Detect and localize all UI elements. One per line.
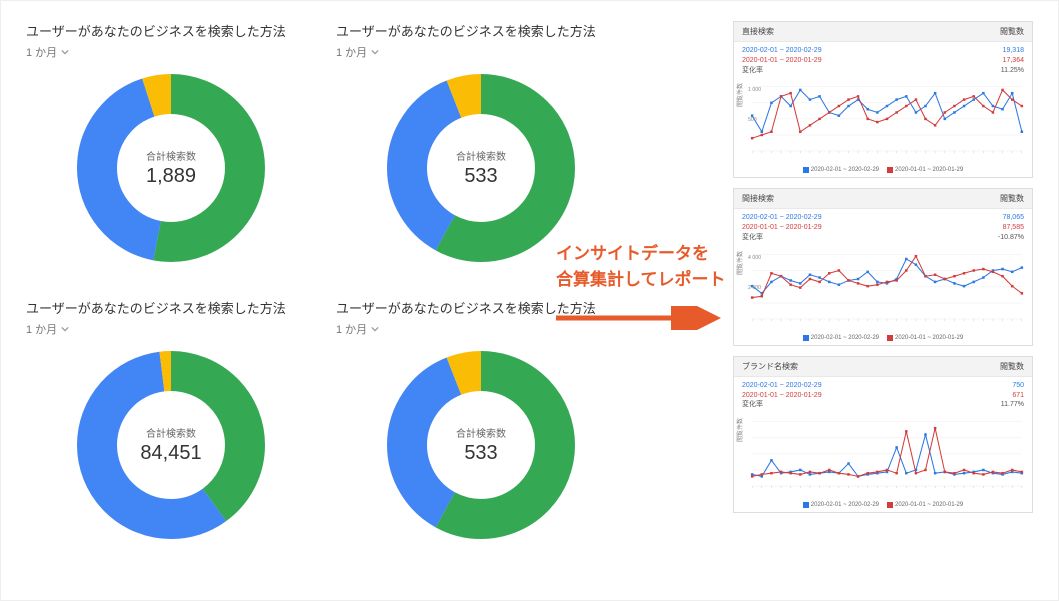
legend: 2020-02-01 ~ 2020-02-29 2020-01-01 ~ 202… [734, 335, 1032, 345]
card-title: ユーザーがあなたのビジネスを検索した方法 [336, 21, 626, 40]
meta-value: 78,065 [1003, 213, 1024, 223]
svg-text:2 000: 2 000 [748, 285, 761, 291]
y-axis-label: 閲覧件数 [735, 418, 744, 442]
meta-label: 2020-02-01 ~ 2020-02-29 [742, 46, 822, 56]
center-value: 533 [464, 442, 497, 465]
line-panel: 間接検索 閲覧数 2020-02-01 ~ 2020-02-29 78,065 202… [733, 188, 1033, 345]
svg-text:500: 500 [748, 117, 757, 123]
chevron-down-icon [371, 325, 379, 333]
meta-value: 87,585 [1003, 223, 1024, 233]
period-selector[interactable]: 1 か月 [336, 44, 626, 60]
meta-value: 671 [1012, 391, 1024, 401]
meta-label: 変化率 [742, 66, 763, 76]
chevron-down-icon [371, 48, 379, 56]
legend: 2020-02-01 ~ 2020-02-29 2020-01-01 ~ 202… [734, 502, 1032, 512]
donut-card: ユーザーがあなたのビジネスを検索した方法 1 か月 合計検索数 533 [336, 298, 626, 545]
y-axis-label: 閲覧件数 [735, 83, 744, 107]
meta-label: 2020-01-01 ~ 2020-01-29 [742, 223, 822, 233]
meta-label: 変化率 [742, 233, 763, 243]
center-label: 合計検索数 [456, 148, 506, 163]
line-chart [748, 414, 1026, 500]
donut-card: ユーザーがあなたのビジネスを検索した方法 1 か月 合計検索数 1,889 [26, 21, 316, 268]
line-panel: ブランド名検索 閲覧数 2020-02-01 ~ 2020-02-29 750 202… [733, 356, 1033, 513]
panel-metric: 閲覧数 [1000, 193, 1024, 204]
period-selector[interactable]: 1 か月 [26, 321, 316, 337]
panel-title: 間接検索 [742, 193, 774, 204]
center-label: 合計検索数 [456, 425, 506, 440]
center-value: 1,889 [146, 165, 196, 188]
line-panel: 直接検索 閲覧数 2020-02-01 ~ 2020-02-29 19,318 202… [733, 21, 1033, 178]
card-title: ユーザーがあなたのビジネスを検索した方法 [26, 298, 316, 317]
meta-value: 750 [1012, 381, 1024, 391]
meta-value: 19,318 [1003, 46, 1024, 56]
meta-label: 2020-01-01 ~ 2020-01-29 [742, 391, 822, 401]
donut-card: ユーザーがあなたのビジネスを検索した方法 1 か月 合計検索数 533 [336, 21, 626, 268]
meta-value: 11.77% [1001, 400, 1024, 410]
panel-metric: 閲覧数 [1000, 361, 1024, 372]
y-axis-label: 閲覧件数 [735, 251, 744, 275]
card-title: ユーザーがあなたのビジネスを検索した方法 [26, 21, 316, 40]
legend: 2020-02-01 ~ 2020-02-29 2020-01-01 ~ 202… [734, 167, 1032, 177]
svg-text:1 000: 1 000 [748, 87, 761, 93]
line-chart: 1 000 500 [748, 79, 1026, 165]
line-chart: 4 000 2 000 [748, 247, 1026, 333]
center-value: 84,451 [140, 442, 201, 465]
panel-title: ブランド名検索 [742, 361, 798, 372]
meta-label: 2020-02-01 ~ 2020-02-29 [742, 213, 822, 223]
meta-value: -10.87% [998, 233, 1024, 243]
donut-card: ユーザーがあなたのビジネスを検索した方法 1 か月 合計検索数 84,451 [26, 298, 316, 545]
meta-label: 2020-02-01 ~ 2020-02-29 [742, 381, 822, 391]
svg-text:4 000: 4 000 [748, 255, 761, 261]
meta-label: 変化率 [742, 400, 763, 410]
panel-metric: 閲覧数 [1000, 26, 1024, 37]
meta-label: 2020-01-01 ~ 2020-01-29 [742, 56, 822, 66]
meta-value: 11.25% [1001, 66, 1024, 76]
callout: インサイトデータを 合算集計してレポート [556, 241, 726, 292]
callout-line1: インサイトデータを [556, 241, 726, 267]
center-label: 合計検索数 [146, 148, 196, 163]
meta-value: 17,364 [1003, 56, 1024, 66]
center-label: 合計検索数 [146, 425, 196, 440]
center-value: 533 [464, 165, 497, 188]
chevron-down-icon [61, 325, 69, 333]
arrow-icon [556, 306, 726, 335]
chevron-down-icon [61, 48, 69, 56]
callout-line2: 合算集計してレポート [556, 267, 726, 293]
period-selector[interactable]: 1 か月 [26, 44, 316, 60]
panel-title: 直接検索 [742, 26, 774, 37]
